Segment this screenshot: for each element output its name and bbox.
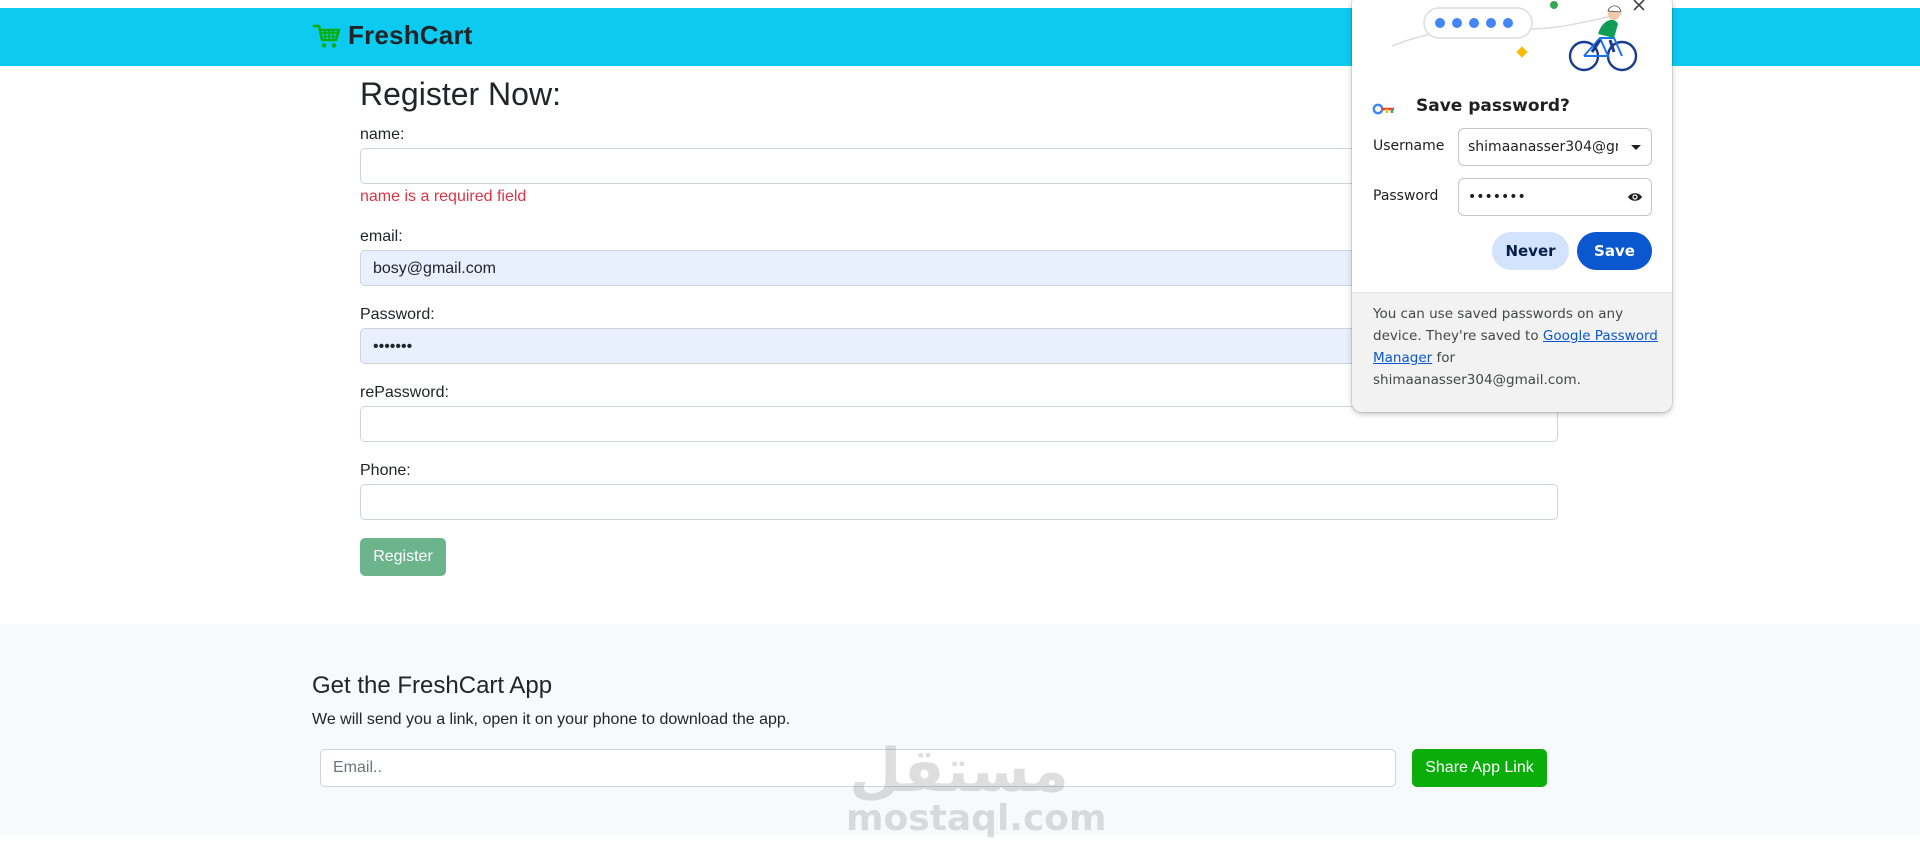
key-icon [1372, 103, 1394, 115]
name-label: name: [360, 126, 405, 143]
name-error: name is a required field [360, 188, 527, 205]
popup-password-field[interactable]: ••••••• [1458, 178, 1652, 216]
popup-footer: You can use saved passwords on any devic… [1352, 292, 1672, 412]
popup-title: Save password? [1416, 96, 1570, 116]
share-app-link-button[interactable]: Share App Link [1412, 749, 1547, 787]
footer-email-input[interactable]: Email.. [320, 749, 1396, 787]
close-icon[interactable] [1632, 0, 1646, 12]
footer-description: We will send you a link, open it on your… [312, 711, 791, 728]
footer-title: Get the FreshCart App [312, 672, 553, 699]
password-illustration [1391, 1, 1638, 72]
brand-logo[interactable]: FreshCart [312, 20, 473, 51]
password-label-popup: Password [1373, 188, 1439, 204]
app-download-footer: Get the FreshCart App We will send you a… [0, 624, 1920, 835]
email-label: email: [360, 228, 403, 245]
eye-icon[interactable] [1627, 191, 1643, 203]
repassword-label: rePassword: [360, 384, 449, 401]
save-password-popup: Save password? Username shimaanasser304@… [1352, 0, 1672, 412]
popup-password-value: ••••••• [1468, 189, 1526, 205]
register-button[interactable]: Register [360, 538, 446, 576]
save-button[interactable]: Save [1577, 232, 1652, 270]
popup-footer-text: You can use saved passwords on any devic… [1373, 303, 1658, 391]
never-button[interactable]: Never [1492, 232, 1569, 270]
username-select[interactable]: shimaanasser304@gmail.com [1458, 128, 1652, 166]
phone-input[interactable] [360, 484, 1558, 520]
username-value: shimaanasser304@gmail.com [1468, 139, 1618, 155]
chevron-down-icon [1631, 145, 1641, 150]
password-label: Password: [360, 306, 435, 323]
page-title: Register Now: [360, 76, 561, 112]
brand-name: FreshCart [348, 20, 473, 50]
username-label: Username [1373, 138, 1445, 154]
cart-icon [312, 24, 341, 48]
phone-label: Phone: [360, 462, 411, 479]
